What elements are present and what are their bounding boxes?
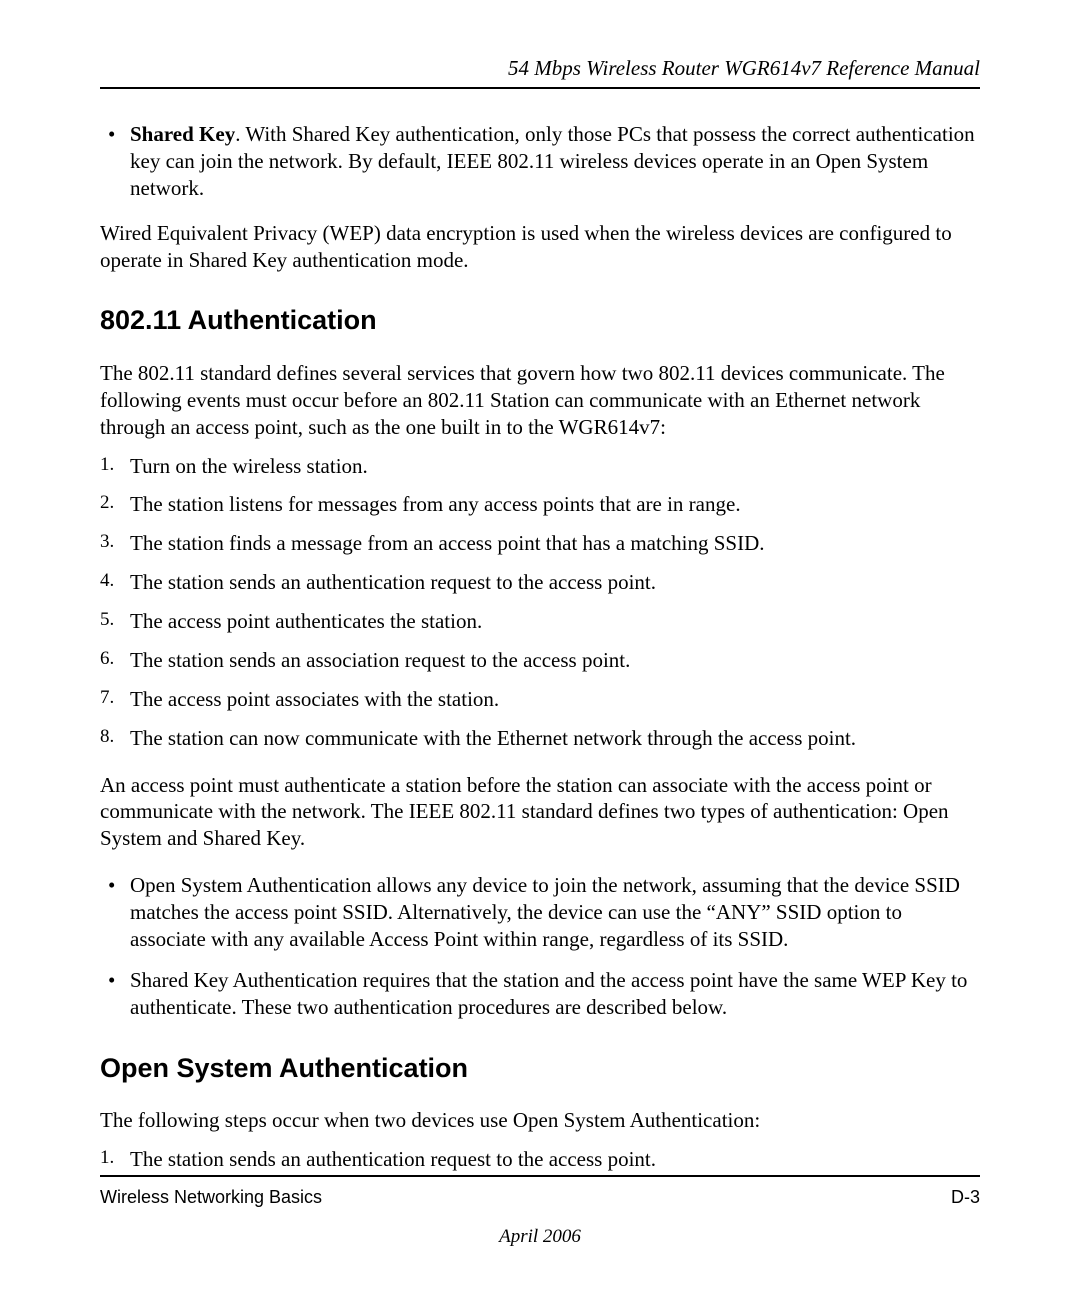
section2-intro: The following steps occur when two devic…	[100, 1107, 980, 1134]
section-heading-open: Open System Authentication	[100, 1051, 980, 1086]
header-rule	[100, 87, 980, 89]
footer-row: Wireless Networking Basics D-3	[100, 1187, 980, 1208]
list-item: The access point associates with the sta…	[130, 686, 980, 713]
footer-left: Wireless Networking Basics	[100, 1187, 322, 1208]
page: 54 Mbps Wireless Router WGR614v7 Referen…	[0, 0, 1080, 1296]
footer-right: D-3	[951, 1187, 980, 1208]
list-item: The station finds a message from an acce…	[130, 530, 980, 557]
section-heading-auth: 802.11 Authentication	[100, 303, 980, 338]
list-item: The station can now communicate with the…	[130, 725, 980, 752]
list-item: The station sends an association request…	[130, 647, 980, 674]
list-item: The access point authenticates the stati…	[130, 608, 980, 635]
open-steps-list: The station sends an authentication requ…	[100, 1146, 980, 1173]
running-header: 54 Mbps Wireless Router WGR614v7 Referen…	[100, 56, 980, 81]
list-item: The station sends an authentication requ…	[130, 1146, 980, 1173]
list-item: The station listens for messages from an…	[130, 491, 980, 518]
shared-key-bullet-list: Shared Key. With Shared Key authenticati…	[100, 121, 980, 202]
shared-key-lead: Shared Key	[130, 122, 235, 146]
section1-para2: An access point must authenticate a stat…	[100, 772, 980, 853]
shared-key-rest: . With Shared Key authentication, only t…	[130, 122, 975, 200]
footer: Wireless Networking Basics D-3	[100, 1175, 980, 1208]
auth-steps-list: Turn on the wireless station. The statio…	[100, 453, 980, 752]
shared-key-bullet: Shared Key. With Shared Key authenticati…	[130, 121, 980, 202]
footer-date: April 2006	[0, 1226, 1080, 1248]
list-item: Open System Authentication allows any de…	[130, 872, 980, 953]
list-item: Turn on the wireless station.	[130, 453, 980, 480]
list-item: Shared Key Authentication requires that …	[130, 967, 980, 1021]
list-item: The station sends an authentication requ…	[130, 569, 980, 596]
section1-intro: The 802.11 standard defines several serv…	[100, 360, 980, 441]
footer-rule	[100, 1175, 980, 1177]
auth-types-list: Open System Authentication allows any de…	[100, 872, 980, 1020]
body: Shared Key. With Shared Key authenticati…	[100, 121, 980, 1173]
wep-paragraph: Wired Equivalent Privacy (WEP) data encr…	[100, 220, 980, 274]
